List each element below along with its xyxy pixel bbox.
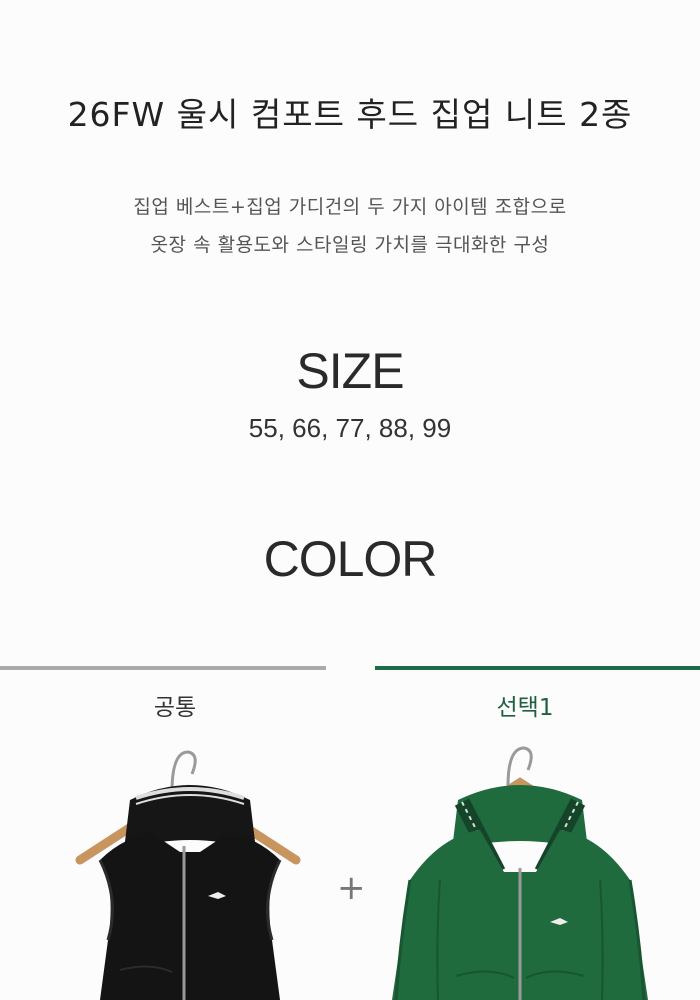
color-option-choice1-label[interactable]: 선택1 [350,688,700,722]
color-option-common-label[interactable]: 공통 [0,688,350,722]
black-hooded-zip-vest-image [75,750,301,1000]
option-divider-choice1 [375,666,700,670]
size-values: 55, 66, 77, 88, 99 [248,413,452,443]
description-line-1: 집업 베스트+집업 가디건의 두 가지 아이템 조합으로 [133,196,567,218]
color-heading: COLOR [263,531,438,587]
page-title: 26FW 울시 컴포트 후드 집업 니트 2종 [67,95,633,134]
size-heading: SIZE [296,343,404,399]
green-hooded-zip-cardigan-image [392,746,648,1000]
option-divider-common [0,666,326,670]
plus-icon: + [337,868,366,908]
description-line-2: 옷장 속 활용도와 스타일링 가치를 극대화한 구성 [150,234,550,256]
